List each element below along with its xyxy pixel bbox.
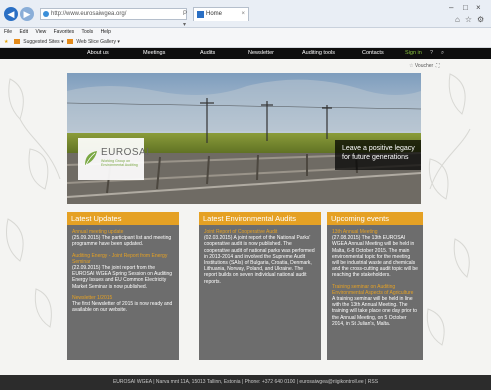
event-body: A training seminar will be held in line …	[332, 296, 418, 327]
nav-newsletter[interactable]: Newsletter	[248, 48, 274, 59]
menu-edit[interactable]: Edit	[19, 29, 28, 35]
eurosai-logo[interactable]: EUROSAI Working Group on Environmental A…	[78, 138, 149, 180]
favorites-bar: ★ Suggested Sites ▾ Web Slice Gallery ▾	[0, 37, 491, 48]
nav-meetings[interactable]: Meetings	[143, 48, 165, 59]
url-text: http://www.eurosaiwgea.org/	[51, 11, 127, 17]
list-item: Annual meeting update (25.09.2015) The p…	[72, 229, 174, 248]
share-icon[interactable]: ⛶	[435, 63, 440, 69]
close-icon[interactable]: ×	[476, 3, 481, 12]
list-item: 13th Annual Meeting (27.08.2015) The 13t…	[332, 229, 418, 279]
nav-auditing-tools[interactable]: Auditing tools	[302, 48, 335, 59]
update-title-link[interactable]: Newsletter 1/2015	[72, 295, 112, 301]
logo-name: EUROSAI	[101, 147, 150, 158]
nav-contacts[interactable]: Contacts	[362, 48, 384, 59]
event-title-link[interactable]: Training seminar on Auditing Environment…	[332, 284, 413, 296]
audit-title-link[interactable]: Joint Report of Cooperative Audit	[204, 229, 277, 235]
nav-about-us[interactable]: About us	[87, 48, 109, 59]
browser-menu-bar: File Edit View Favorites Tools Help	[0, 28, 491, 37]
nav-audits[interactable]: Audits	[200, 48, 215, 59]
ie-icon	[43, 11, 49, 17]
maximize-icon[interactable]: □	[463, 3, 468, 12]
update-body: (25.09.2015) The participant list and me…	[72, 235, 172, 248]
latest-audits-panel: Latest Environmental Audits Joint Report…	[199, 212, 321, 360]
web-slice-icon	[66, 39, 73, 45]
nav-sign-in[interactable]: Sign in	[405, 48, 422, 59]
menu-favorites[interactable]: Favorites	[54, 29, 75, 35]
event-title-link[interactable]: 13th Annual Meeting	[332, 229, 378, 235]
list-item: Newsletter 1/2015 The first Newsletter o…	[72, 295, 174, 314]
tab-close-icon[interactable]: ×	[241, 8, 245, 21]
star-icon: ☆	[409, 63, 414, 69]
favorites-web-slice-gallery[interactable]: Web Slice Gallery ▾	[76, 39, 120, 45]
tab-favicon-icon	[197, 11, 204, 18]
menu-help[interactable]: Help	[101, 29, 111, 35]
update-title-link[interactable]: Auditing Energy - Joint Report from Ener…	[72, 253, 167, 265]
voucher-link[interactable]: ☆ Voucher ⛶	[409, 63, 440, 69]
list-item: Auditing Energy - Joint Report from Ener…	[72, 253, 174, 290]
upcoming-events-panel: Upcoming events 13th Annual Meeting (27.…	[327, 212, 423, 360]
search-icon[interactable]: ⌕	[441, 48, 444, 59]
update-title-link[interactable]: Annual meeting update	[72, 229, 123, 235]
menu-view[interactable]: View	[35, 29, 46, 35]
browser-tab-home[interactable]: Home ×	[193, 7, 249, 21]
menu-file[interactable]: File	[4, 29, 12, 35]
list-item: Joint Report of Cooperative Audit (02.03…	[204, 229, 316, 285]
event-body: (27.08.2015) The 13th EUROSAI WGEA Annua…	[332, 235, 418, 279]
latest-updates-panel: Latest Updates Annual meeting update (25…	[67, 212, 179, 360]
help-icon[interactable]: ?	[430, 48, 433, 59]
address-bar[interactable]: http://www.eurosaiwgea.org/ P ▾ C	[40, 8, 187, 39]
voucher-label: Voucher	[414, 63, 434, 69]
list-item: Training seminar on Auditing Environment…	[332, 284, 418, 327]
browser-address-row: ◀ ▶ http://www.eurosaiwgea.org/ P ▾ C Ho…	[0, 0, 491, 39]
logo-tagline: Working Group on Environmental Auditing	[101, 159, 138, 168]
forward-button[interactable]: ▶	[20, 7, 34, 21]
upcoming-events-heading: Upcoming events	[327, 212, 423, 225]
update-body: The first Newsletter of 2015 is now read…	[72, 301, 173, 314]
menu-tools[interactable]: Tools	[81, 29, 93, 35]
favorites-suggested-sites[interactable]: Suggested Sites ▾	[23, 39, 63, 45]
site-footer: EUROSAI WGEA | Narva mnt 11A, 15013 Tall…	[0, 375, 491, 390]
latest-audits-heading: Latest Environmental Audits	[199, 212, 321, 225]
leaf-logo-icon	[85, 151, 97, 166]
tab-title: Home	[206, 11, 223, 17]
back-button[interactable]: ◀	[4, 7, 18, 21]
update-body: (22.09.2015) The joint report from the E…	[72, 265, 173, 290]
home-favorites-settings-icons[interactable]: ⌂☆⚙	[455, 15, 489, 24]
favorites-star-icon[interactable]: ★	[4, 39, 8, 45]
site-nav-bar: About us Meetings Audits Newsletter Audi…	[0, 48, 491, 59]
suggested-sites-icon	[13, 39, 20, 45]
minimize-icon[interactable]: –	[449, 3, 453, 12]
audit-body: (02.03.2015) A joint report of the Natio…	[204, 235, 315, 285]
latest-updates-heading: Latest Updates	[67, 212, 179, 225]
hero-tagline: Leave a positive legacy for future gener…	[335, 140, 421, 170]
